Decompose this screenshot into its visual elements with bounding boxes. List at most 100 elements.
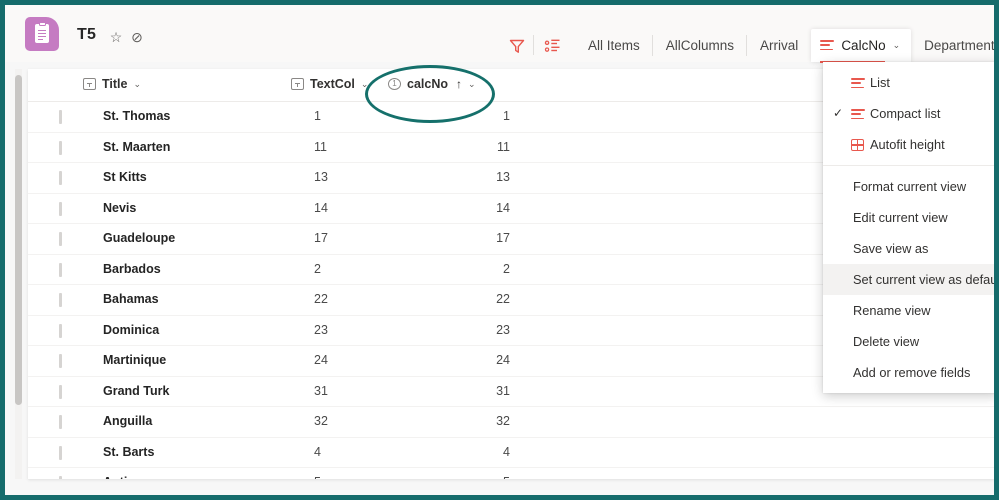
list-icon <box>851 77 865 92</box>
row-drag-handle[interactable] <box>59 201 62 216</box>
chevron-down-icon[interactable]: ⌄ <box>468 79 476 90</box>
compact-list-icon <box>820 40 835 51</box>
page-title: T5 <box>77 26 97 43</box>
row-drag-handle[interactable] <box>59 293 62 307</box>
cell-textcol: 2 <box>314 261 321 276</box>
tab-all-items[interactable]: All Items <box>575 29 653 62</box>
cell-textcol: 22 <box>314 292 328 306</box>
cell-textcol: 5 <box>314 475 321 479</box>
row-drag-handle[interactable] <box>59 323 62 338</box>
menu-item-add-or-remove-fields[interactable]: Add or remove fields <box>823 357 994 388</box>
row-drag-handle[interactable] <box>59 140 62 155</box>
row-drag-handle[interactable] <box>59 110 62 124</box>
menu-item-label: Set current view as default <box>853 272 999 287</box>
cell-title: Anguilla <box>103 414 153 428</box>
cell-title: Bahamas <box>103 292 159 306</box>
tab-label: Department <box>924 38 995 53</box>
row-drag-handle[interactable] <box>59 415 62 429</box>
menu-item-rename-view[interactable]: Rename view <box>823 295 994 326</box>
chevron-down-icon[interactable]: ⌄ <box>361 79 369 90</box>
menu-item-set-current-view-as-default[interactable]: Set current view as default <box>823 264 999 295</box>
cell-calcno: 4 <box>503 444 510 459</box>
cell-calcno: 11 <box>497 139 510 154</box>
menu-separator <box>823 165 994 166</box>
view-tabs: All Items AllColumns Arrival CalcNo ⌄ De… <box>575 29 995 63</box>
cell-title: Barbados <box>103 261 161 276</box>
cell-title: St. Maarten <box>103 139 171 154</box>
table-row[interactable]: Anguilla 32 32 <box>28 407 994 438</box>
column-header-calcno[interactable]: 1 calcNo ↑ ⌄ <box>388 77 476 91</box>
vertical-scrollbar-thumb[interactable] <box>15 75 22 405</box>
clipboard-icon <box>25 17 59 51</box>
cell-calcno: 14 <box>496 200 510 215</box>
sort-ascending-icon: ↑ <box>456 77 462 91</box>
cell-textcol: 32 <box>314 414 328 428</box>
tab-label: Arrival <box>760 38 799 53</box>
tab-allcolumns[interactable]: AllColumns <box>653 29 748 62</box>
menu-item-autofit-height[interactable]: Autofit height <box>823 129 994 160</box>
cell-calcno: 5 <box>418 475 510 479</box>
app-header: T5 ☆ ⊘ All Items AllColumns Arrival Calc… <box>5 5 994 63</box>
cell-calcno: 1 <box>503 109 510 123</box>
cell-title: Nevis <box>103 200 137 215</box>
row-drag-handle[interactable] <box>59 262 62 277</box>
star-icon[interactable]: ☆ <box>108 29 124 45</box>
cell-title: Martinique <box>103 353 167 367</box>
toolbar-divider <box>533 35 534 55</box>
menu-item-label: Save view as <box>853 241 929 256</box>
row-drag-handle[interactable] <box>59 445 62 460</box>
cell-calcno: 31 <box>496 383 510 398</box>
menu-item-edit-current-view[interactable]: Edit current view <box>823 202 994 233</box>
column-header-textcol[interactable]: TextCol ⌄ <box>291 77 368 91</box>
app-window: T5 ☆ ⊘ All Items AllColumns Arrival Calc… <box>0 0 999 500</box>
filter-icon[interactable] <box>508 37 526 55</box>
cell-textcol: 11 <box>314 139 327 154</box>
row-drag-handle[interactable] <box>59 476 62 479</box>
cell-textcol: 4 <box>314 444 321 459</box>
menu-item-label: Autofit height <box>870 137 945 152</box>
row-drag-handle[interactable] <box>59 171 62 185</box>
table-row[interactable]: St. Barts 4 4 <box>28 437 994 468</box>
menu-item-compact-list[interactable]: ✓ Compact list <box>823 98 994 129</box>
row-drag-handle[interactable] <box>59 384 62 399</box>
menu-item-format-current-view[interactable]: Format current view <box>823 171 994 202</box>
published-check-icon[interactable]: ⊘ <box>129 29 145 45</box>
group-list-icon[interactable] <box>544 37 562 55</box>
cell-calcno: 32 <box>496 414 510 428</box>
row-drag-handle[interactable] <box>59 232 62 246</box>
column-header-title[interactable]: Title ⌄ <box>83 77 141 91</box>
cell-calcno: 2 <box>503 261 510 276</box>
tab-label: CalcNo <box>841 38 886 53</box>
cell-title: Antigua <box>103 475 150 479</box>
chevron-down-icon[interactable]: ⌄ <box>893 40 901 51</box>
menu-item-save-view-as[interactable]: Save view as <box>823 233 994 264</box>
menu-item-label: Compact list <box>870 106 941 121</box>
cell-title: St. Thomas <box>103 109 171 123</box>
cell-textcol: 1 <box>314 109 321 123</box>
menu-item-label: Delete view <box>853 334 920 349</box>
cell-calcno: 17 <box>496 231 510 245</box>
tab-calcno[interactable]: CalcNo ⌄ <box>811 29 912 63</box>
number-field-icon: 1 <box>388 78 401 90</box>
menu-item-delete-view[interactable]: Delete view <box>823 326 994 357</box>
tab-label: AllColumns <box>665 38 735 53</box>
check-icon: ✓ <box>833 106 844 120</box>
cell-title: St. Barts <box>103 444 155 459</box>
menu-item-label: Rename view <box>853 303 931 318</box>
menu-item-list[interactable]: List <box>823 67 994 98</box>
tab-label: All Items <box>588 38 640 53</box>
cell-textcol: 31 <box>314 383 328 398</box>
tab-department[interactable]: Department <box>911 29 995 62</box>
cell-title: St Kitts <box>103 170 147 184</box>
column-label: calcNo <box>407 77 448 91</box>
view-options-menu: List ✓ Compact list Autofit height Format cu… <box>823 62 999 393</box>
menu-item-label: Edit current view <box>853 210 948 225</box>
cell-title: Grand Turk <box>103 383 170 398</box>
autofit-height-icon <box>851 139 864 151</box>
menu-item-label: List <box>870 75 890 90</box>
tab-arrival[interactable]: Arrival <box>747 29 811 62</box>
row-drag-handle[interactable] <box>59 354 62 368</box>
table-row[interactable]: Antigua 5 5 <box>28 468 994 479</box>
chevron-down-icon[interactable]: ⌄ <box>133 79 141 90</box>
cell-calcno: 23 <box>496 322 510 337</box>
